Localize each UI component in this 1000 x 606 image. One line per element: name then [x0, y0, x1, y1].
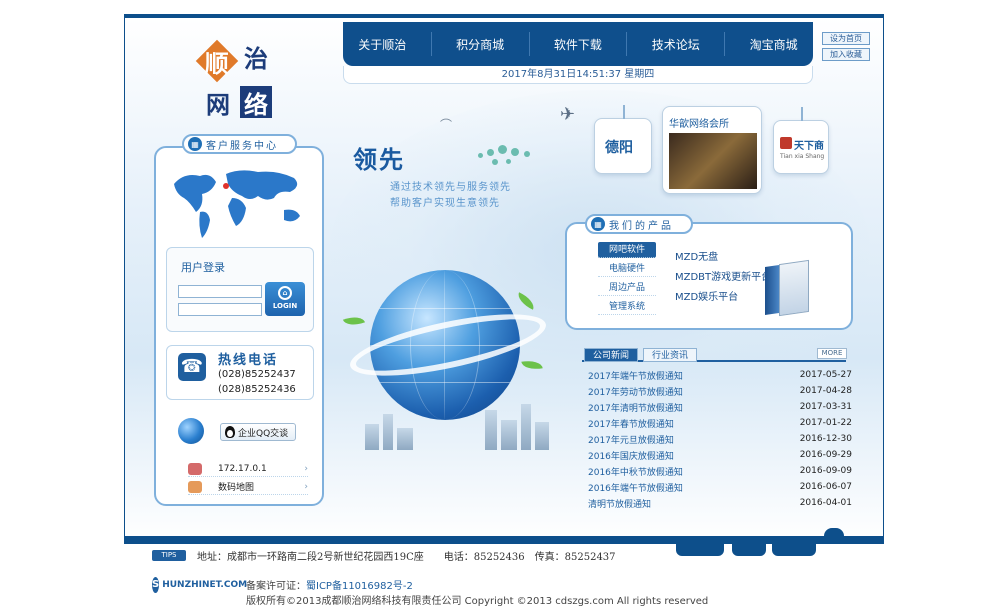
airplane-icon: ✈	[560, 104, 576, 125]
icp-line: 备案许可证：蜀ICP备11016982号-2	[246, 581, 413, 592]
news-row[interactable]: 2017年春节放假通知 2017-01-22	[588, 415, 852, 431]
login-title: 用户登录	[181, 261, 225, 274]
quick-links: 设为首页 加入收藏	[822, 32, 870, 64]
tab-company-news[interactable]: 公司新闻	[584, 348, 639, 362]
news-row[interactable]: 2016年国庆放假通知 2016-09-29	[588, 447, 852, 463]
hotline-number-1: (028)85252437	[218, 369, 296, 380]
qq-chat-button[interactable]: 企业QQ交谈	[220, 423, 296, 441]
chevron-right-icon: ›	[304, 463, 308, 474]
address-line: 地址：成都市一环路南二段2号新世纪花园西19C座 电话：85252436 传真：…	[197, 552, 616, 563]
chevron-right-icon: ›	[304, 481, 308, 492]
ip-row: 172.17.0.1 ›	[188, 461, 308, 477]
news-row[interactable]: 2017年劳动节放假通知 2017-04-28	[588, 383, 852, 399]
datetime-display: 2017年8月31日14:51:37 星期四	[343, 66, 813, 84]
qq-penguin-icon	[225, 426, 235, 438]
copyright-line: 版权所有©2013成都顺治网络科技有限责任公司 Copyright ©2013 …	[246, 596, 709, 606]
map-user-icon	[188, 480, 202, 493]
bird-icon: ⌒	[440, 118, 453, 132]
service-center-title: ▦ 客户服务中心	[182, 134, 297, 154]
users-icon	[188, 462, 202, 475]
page: 顺 治 网 络 关于顺治 积分商城 软件下载 技术论坛 淘宝商城 2017年8月…	[0, 0, 1000, 606]
nav-about[interactable]: 关于顺治	[352, 36, 412, 53]
tips-badge: TIPS	[152, 550, 186, 561]
news-row[interactable]: 清明节放假通知 2016-04-01	[588, 495, 852, 511]
news-row[interactable]: 2017年端午节放假通知 2017-05-27	[588, 367, 852, 383]
password-input[interactable]	[178, 303, 262, 316]
world-map-image	[174, 170, 300, 238]
nav-divider	[626, 32, 628, 56]
nav-tech-forum[interactable]: 技术论坛	[646, 36, 706, 53]
grid-icon: ▦	[591, 217, 605, 231]
site-logo[interactable]: 顺 治 网 络	[195, 38, 280, 122]
nav-taobao-mall[interactable]: 淘宝商城	[744, 36, 804, 53]
hero-subtitle-2: 帮助客户实现生意领先	[390, 198, 500, 209]
product-item[interactable]: MZD娱乐平台	[675, 288, 738, 303]
digital-map-link[interactable]: 数码地图	[218, 480, 254, 493]
hotline-title: 热线电话	[218, 353, 279, 368]
map-link-row[interactable]: 数码地图 ›	[188, 479, 308, 495]
footer-logo[interactable]: S HUNZHINET.COM	[152, 576, 247, 594]
product-box-image	[765, 258, 815, 317]
logo-char-3: 网	[206, 89, 230, 119]
hotline-number-2: (028)85252436	[218, 384, 296, 395]
nav-software-download[interactable]: 软件下载	[548, 36, 608, 53]
lounge-photo	[669, 133, 757, 189]
brand-icon	[780, 137, 792, 149]
footer-tab	[772, 544, 816, 556]
qq-globe-icon	[178, 418, 204, 444]
logo-char-1: 顺	[195, 39, 239, 83]
login-button[interactable]: ⌂ LOGIN	[265, 282, 305, 316]
nav-divider	[430, 32, 432, 56]
tab-industry-news[interactable]: 行业资讯	[643, 348, 698, 362]
lock-icon: ⌂	[278, 286, 292, 300]
frame-bottom-bar	[124, 536, 884, 544]
product-item[interactable]: MZDBT游戏更新平台	[675, 268, 771, 283]
icp-link[interactable]: 蜀ICP备11016982号-2	[306, 581, 413, 592]
more-button[interactable]: MORE	[817, 348, 847, 359]
products-title: ▦ 我们的产品	[585, 214, 693, 234]
set-homepage-button[interactable]: 设为首页	[822, 32, 870, 45]
card-huaxin[interactable]: 华歆网络会所	[662, 106, 762, 194]
nav-points-mall[interactable]: 积分商城	[450, 36, 510, 53]
news-row[interactable]: 2016年中秋节放假通知 2016-09-09	[588, 463, 852, 479]
footer-tab	[732, 544, 766, 556]
hero-title: 领先	[353, 145, 405, 174]
main-nav: 关于顺治 积分商城 软件下载 技术论坛 淘宝商城	[343, 22, 813, 66]
phone-icon: ☎	[178, 353, 206, 381]
news-row[interactable]: 2017年清明节放假通知 2017-03-31	[588, 399, 852, 415]
add-favorite-button[interactable]: 加入收藏	[822, 48, 870, 61]
product-tab-management[interactable]: 管理系统	[598, 299, 656, 315]
nav-divider	[724, 32, 726, 56]
username-input[interactable]	[178, 285, 262, 298]
nav-divider	[528, 32, 530, 56]
product-tab-netcafe[interactable]: 网吧软件	[598, 242, 656, 258]
hero-subtitle-1: 通过技术领先与服务领先	[390, 182, 511, 193]
card-deyang[interactable]: 德阳	[594, 105, 652, 174]
news-row[interactable]: 2017年元旦放假通知 2016-12-30	[588, 431, 852, 447]
grid-icon: ▦	[188, 137, 202, 151]
news-row[interactable]: 2016年端午节放假通知 2016-06-07	[588, 479, 852, 495]
product-item[interactable]: MZD无盘	[675, 248, 718, 263]
card-tianxiashang[interactable]: 天下商 Tian xia Shang	[773, 107, 829, 174]
product-tab-peripherals[interactable]: 周边产品	[598, 280, 656, 296]
footer-tab	[676, 544, 724, 556]
logo-char-4: 络	[240, 86, 272, 119]
product-tab-hardware[interactable]: 电脑硬件	[598, 261, 656, 277]
logo-char-2: 治	[244, 43, 268, 73]
